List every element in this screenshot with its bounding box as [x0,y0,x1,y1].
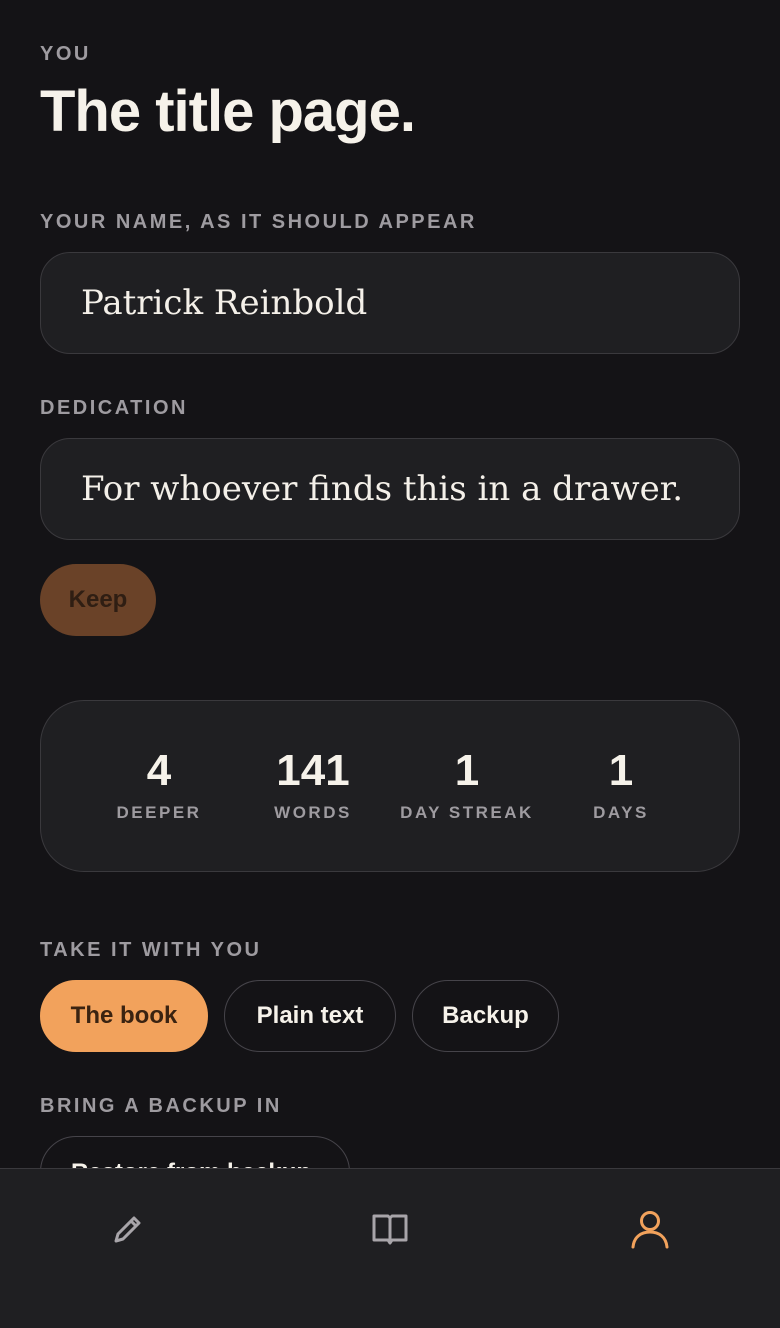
stat-value: 1 [454,746,480,795]
stats-card: 4 DEEPER 141 WORDS 1 DAY STREAK 1 DAYS [40,700,740,872]
stat-days: 1 DAYS [546,745,696,823]
stat-label: DAY STREAK [400,803,534,822]
stat-deeper: 4 DEEPER [84,745,234,823]
page-title: The title page. [40,79,416,144]
person-icon [631,1211,669,1249]
stat-label: DAYS [593,803,649,822]
bottom-nav [0,1168,780,1328]
section-eyebrow: YOU [40,43,91,65]
dedication-input[interactable]: For whoever finds this in a drawer. [40,438,740,540]
export-label: TAKE IT WITH YOU [40,939,262,961]
stat-label: WORDS [274,803,352,822]
keep-button[interactable]: Keep [40,564,156,636]
stat-day-streak: 1 DAY STREAK [392,745,542,823]
stat-words: 141 WORDS [238,745,388,823]
stat-label: DEEPER [116,803,202,822]
dedication-field-label: DEDICATION [40,397,188,419]
export-the-book-button[interactable]: The book [40,980,208,1052]
stat-value: 4 [146,746,172,795]
pencil-icon [114,1216,141,1243]
export-backup-button[interactable]: Backup [412,980,559,1052]
stat-value: 1 [608,746,634,795]
nav-profile[interactable] [620,1199,680,1259]
stat-value: 141 [276,746,350,795]
export-plain-text-button[interactable]: Plain text [224,980,396,1052]
book-icon [372,1214,408,1245]
nav-book[interactable] [360,1199,420,1259]
nav-write[interactable] [98,1199,158,1259]
import-label: BRING A BACKUP IN [40,1095,282,1117]
profile-screen: YOU The title page. YOUR NAME, AS IT SHO… [0,0,780,1328]
name-input[interactable]: Patrick Reinbold [40,252,740,354]
name-field-label: YOUR NAME, AS IT SHOULD APPEAR [40,211,477,233]
